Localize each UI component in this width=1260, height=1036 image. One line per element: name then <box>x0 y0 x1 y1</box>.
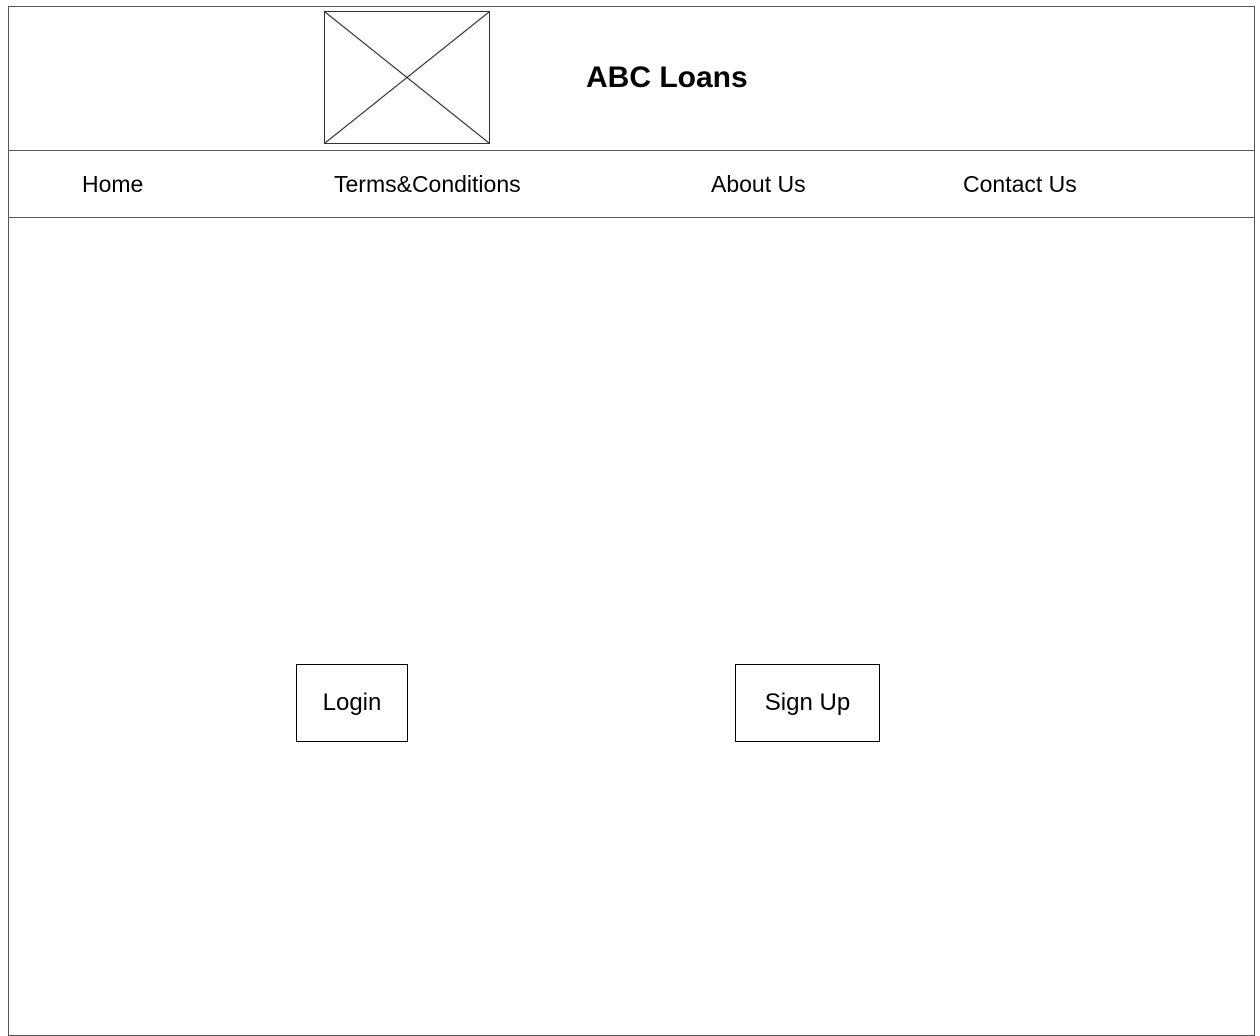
logo-placeholder-icon <box>324 11 490 144</box>
nav-item-contact-us[interactable]: Contact Us <box>963 170 1077 198</box>
nav-item-home[interactable]: Home <box>82 170 143 198</box>
nav-item-about-us[interactable]: About Us <box>711 170 806 198</box>
brand-title: ABC Loans <box>586 61 748 94</box>
image-placeholder-icon <box>325 12 489 143</box>
nav-item-terms-conditions[interactable]: Terms&Conditions <box>334 170 521 198</box>
sign-up-button[interactable]: Sign Up <box>735 664 880 742</box>
main-nav: Home Terms&Conditions About Us Contact U… <box>8 151 1255 218</box>
login-button[interactable]: Login <box>296 664 408 742</box>
